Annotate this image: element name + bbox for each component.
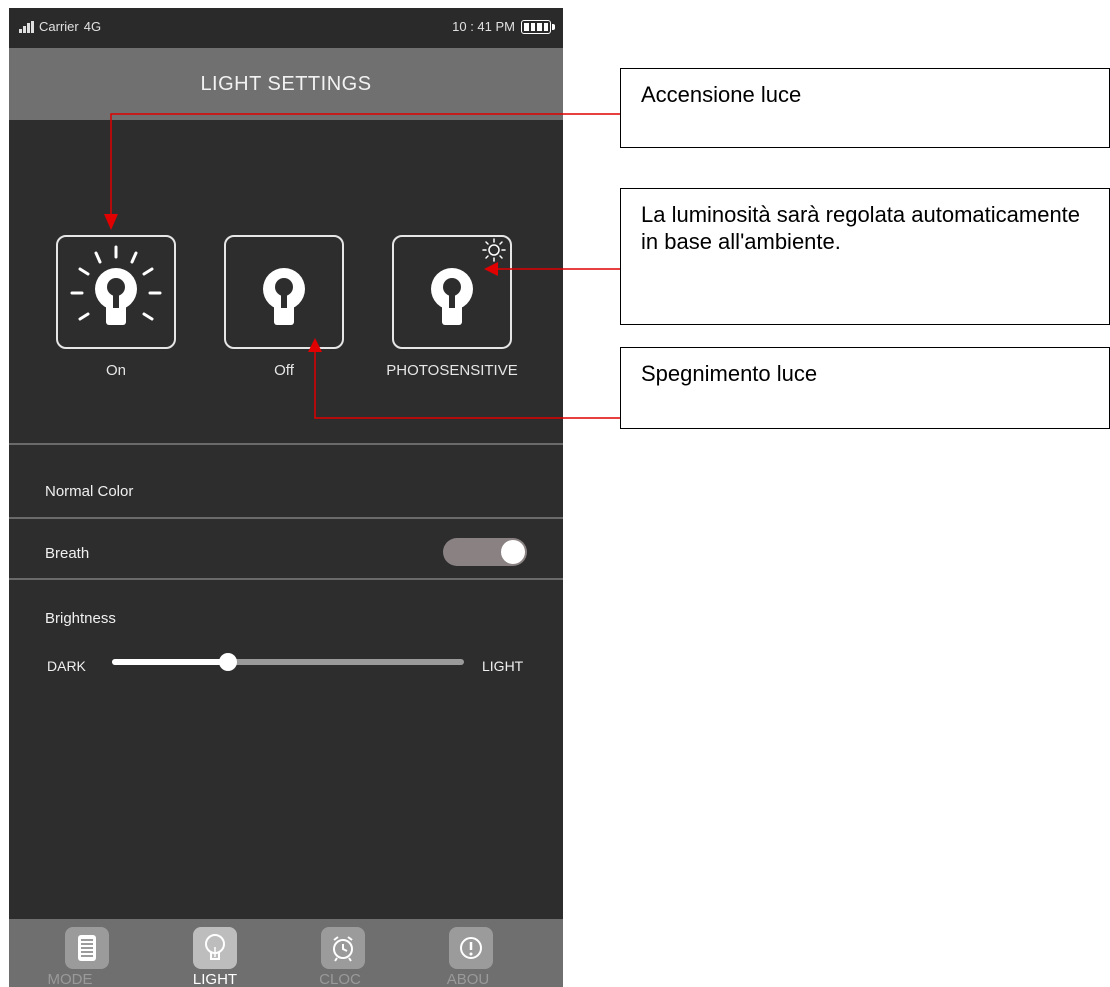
arrowhead-photosensitive bbox=[484, 262, 498, 276]
arrow-light-off bbox=[314, 347, 620, 419]
arrow-light-on bbox=[110, 113, 620, 218]
arrowhead-light-off bbox=[308, 338, 322, 352]
annotation-arrows bbox=[104, 113, 620, 419]
arrowhead-light-on bbox=[104, 214, 118, 230]
